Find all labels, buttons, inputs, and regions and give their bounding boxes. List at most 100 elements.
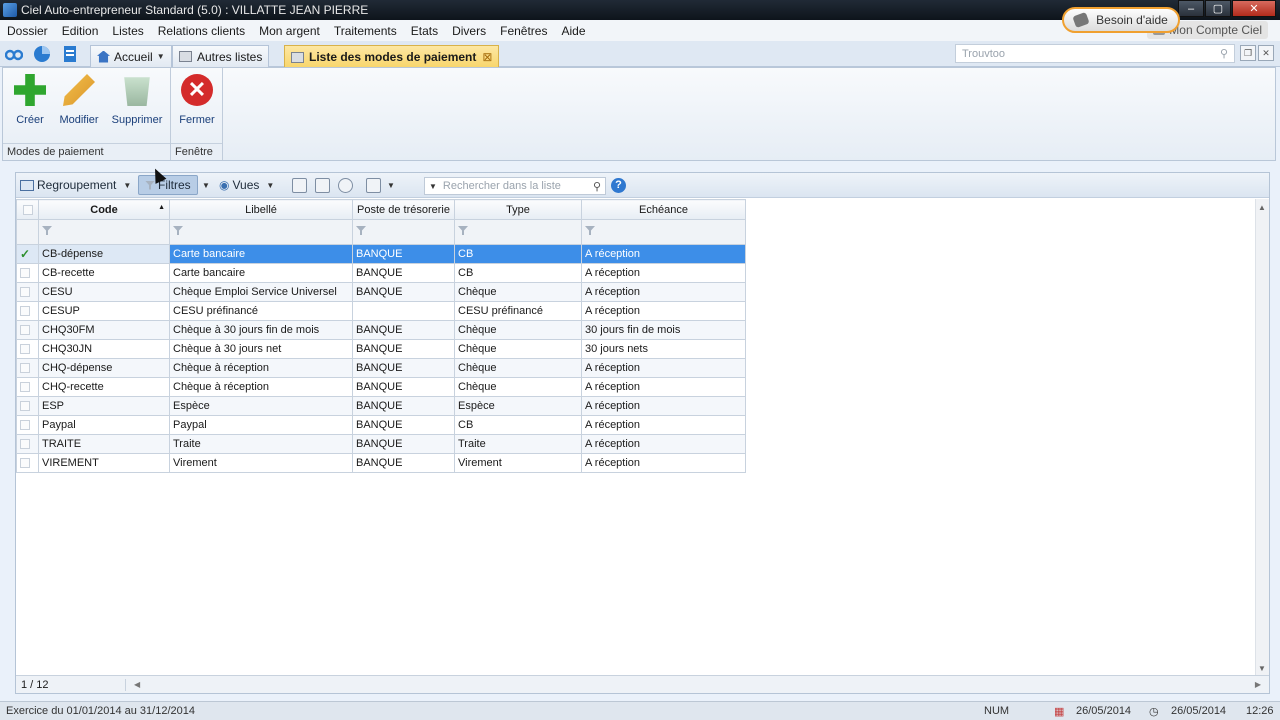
menu-edition[interactable]: Edition (55, 24, 106, 38)
table-row[interactable]: ✓ CB-dépense Carte bancaire BANQUE CB A … (16, 244, 746, 264)
search-icon[interactable]: ⚲ (1220, 47, 1228, 60)
restore-window-icon[interactable]: ❐ (1240, 45, 1256, 61)
filter-icon (356, 226, 366, 235)
cell-code: TRAITE (38, 434, 170, 454)
filter-libelle[interactable] (169, 219, 353, 245)
scroll-down-icon[interactable]: ▼ (1258, 664, 1266, 673)
filter-type[interactable] (454, 219, 582, 245)
horizontal-scrollbar[interactable]: ◀ ▶ (134, 679, 1261, 691)
menu-aide[interactable]: Aide (554, 24, 592, 38)
column-type[interactable]: Type (454, 199, 582, 220)
row-checkbox[interactable] (16, 415, 39, 435)
row-checkbox[interactable]: ✓ (16, 244, 39, 264)
chevron-down-icon[interactable]: ▼ (202, 181, 210, 190)
row-checkbox[interactable] (16, 396, 39, 416)
menu-mon-argent[interactable]: Mon argent (252, 24, 327, 38)
table-row[interactable]: CESU Chèque Emploi Service Universel BAN… (16, 282, 746, 302)
create-button[interactable]: Créer (11, 74, 49, 126)
cell-echeance: A réception (581, 244, 746, 264)
chevron-down-icon[interactable]: ▼ (429, 182, 437, 191)
clock-icon: ◷ (1149, 706, 1159, 718)
table-row[interactable]: TRAITE Traite BANQUE Traite A réception (16, 434, 746, 454)
tab-autres-listes[interactable]: Autres listes (172, 45, 270, 67)
row-checkbox[interactable] (16, 339, 39, 359)
table-row[interactable]: Paypal Paypal BANQUE CB A réception (16, 415, 746, 435)
scroll-up-icon[interactable]: ▲ (1258, 203, 1266, 212)
close-tab-icon[interactable]: ⊠ (482, 50, 492, 64)
filter-poste[interactable] (352, 219, 455, 245)
column-poste-tresorerie[interactable]: Poste de trésorerie (352, 199, 455, 220)
help-button[interactable]: Besoin d'aide (1062, 7, 1180, 33)
menu-listes[interactable]: Listes (105, 24, 150, 38)
table-row[interactable]: ESP Espèce BANQUE Espèce A réception (16, 396, 746, 416)
table-row[interactable]: CHQ30FM Chèque à 30 jours fin de mois BA… (16, 320, 746, 340)
close-button[interactable]: ✕ (1232, 0, 1276, 17)
table-row[interactable]: CHQ-dépense Chèque à réception BANQUE Ch… (16, 358, 746, 378)
scroll-right-icon[interactable]: ▶ (1255, 680, 1261, 689)
table-row[interactable]: CESUP CESU préfinancé CESU préfinancé A … (16, 301, 746, 321)
menu-divers[interactable]: Divers (445, 24, 493, 38)
menu-fenetres[interactable]: Fenêtres (493, 24, 554, 38)
chevron-down-icon[interactable]: ▼ (387, 181, 395, 190)
views-button[interactable]: ◉ Vues ▼ (219, 178, 274, 192)
minimize-button[interactable]: – (1178, 0, 1204, 17)
maximize-button[interactable]: ▢ (1205, 0, 1231, 17)
menu-relations-clients[interactable]: Relations clients (151, 24, 252, 38)
clipboard-icon[interactable] (366, 178, 381, 193)
row-checkbox[interactable] (16, 320, 39, 340)
table-row[interactable]: CB-recette Carte bancaire BANQUE CB A ré… (16, 263, 746, 283)
column-code[interactable]: Code (38, 199, 170, 220)
document-icon[interactable] (61, 45, 79, 63)
menu-dossier[interactable]: Dossier (0, 24, 55, 38)
menu-etats[interactable]: Etats (404, 24, 445, 38)
email-icon[interactable] (338, 178, 353, 193)
checkmark-icon: ✓ (20, 247, 31, 261)
table-row[interactable]: VIREMENT Virement BANQUE Virement A réce… (16, 453, 746, 473)
table-row[interactable]: CHQ-recette Chèque à réception BANQUE Ch… (16, 377, 746, 397)
edit-button[interactable]: Modifier (55, 74, 103, 126)
row-checkbox[interactable] (16, 377, 39, 397)
vertical-scrollbar[interactable]: ▲ ▼ (1255, 199, 1269, 677)
scroll-left-icon[interactable]: ◀ (134, 680, 140, 689)
grouping-icon (20, 179, 34, 191)
row-checkbox[interactable] (16, 301, 39, 321)
cell-libelle: Paypal (169, 415, 353, 435)
pie-chart-icon[interactable] (33, 45, 51, 63)
chevron-down-icon[interactable]: ▼ (157, 52, 165, 61)
search-icon[interactable]: ⚲ (593, 180, 601, 193)
tab-liste-modes-paiement[interactable]: Liste des modes de paiement ⊠ (284, 45, 500, 68)
row-checkbox[interactable] (16, 282, 39, 302)
grouping-button[interactable]: Regroupement ▼ (20, 178, 131, 192)
filter-code[interactable] (38, 219, 170, 245)
print-icon[interactable] (315, 178, 330, 193)
glasses-icon[interactable] (5, 45, 23, 63)
table-row[interactable]: CHQ30JN Chèque à 30 jours net BANQUE Chè… (16, 339, 746, 359)
tab-accueil[interactable]: Accueil ▼ (90, 45, 172, 67)
row-checkbox[interactable] (16, 358, 39, 378)
row-checkbox[interactable] (16, 453, 39, 473)
cell-echeance: A réception (581, 377, 746, 397)
row-checkbox[interactable] (16, 263, 39, 283)
cell-echeance: A réception (581, 282, 746, 302)
cell-poste (352, 301, 455, 321)
cell-echeance: A réception (581, 415, 746, 435)
top-search-input[interactable]: Trouvtoo ⚲ (955, 44, 1235, 63)
menu-traitements[interactable]: Traitements (327, 24, 404, 38)
cell-libelle: Espèce (169, 396, 353, 416)
help-icon[interactable]: ? (611, 178, 626, 193)
row-checkbox[interactable] (16, 434, 39, 454)
column-echeance[interactable]: Echéance (581, 199, 746, 220)
preview-icon[interactable] (292, 178, 307, 193)
close-window-icon[interactable]: ✕ (1258, 45, 1274, 61)
delete-button[interactable]: Supprimer (107, 74, 167, 126)
cell-code: CB-dépense (38, 244, 170, 264)
filters-button[interactable]: Filtres (138, 175, 198, 195)
filter-echeance[interactable] (581, 219, 746, 245)
cell-echeance: A réception (581, 453, 746, 473)
close-list-button[interactable]: ✕ Fermer (177, 74, 217, 126)
list-search-input[interactable]: ▼ Rechercher dans la liste ⚲ (424, 177, 606, 195)
column-libelle[interactable]: Libellé (169, 199, 353, 220)
list-panel: Regroupement ▼ Filtres ▼ ◉ Vues ▼ ▼ ▼ Re… (15, 172, 1270, 694)
cell-poste: BANQUE (352, 244, 455, 264)
select-all-checkbox[interactable] (16, 199, 39, 220)
